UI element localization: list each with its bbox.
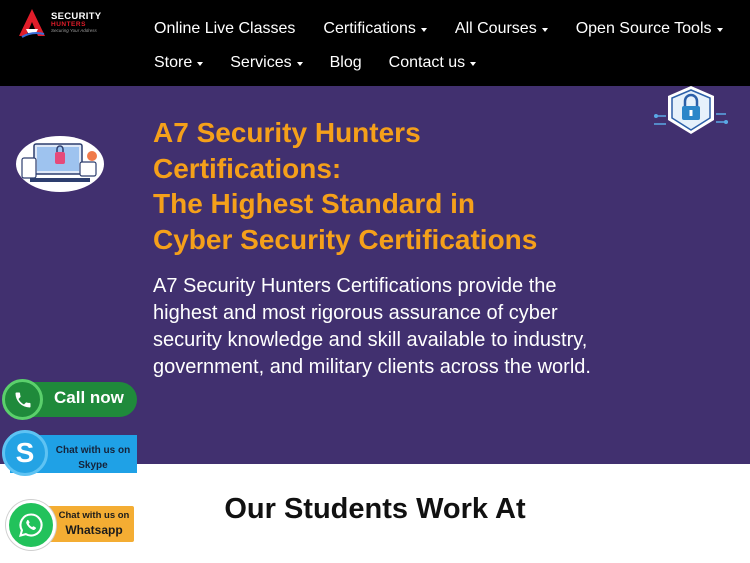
a7-logo-icon xyxy=(19,9,45,38)
call-now-label: Call now xyxy=(54,388,124,407)
brand-tagline: Securing Your Address xyxy=(51,28,97,34)
nav-store[interactable]: Store xyxy=(154,54,204,72)
nav-open-source-tools[interactable]: Open Source Tools xyxy=(576,20,723,38)
nav-blog[interactable]: Blog xyxy=(330,54,362,72)
top-navbar: SECURITY HUNTERS Securing Your Address O… xyxy=(0,0,750,86)
skype-icon: S xyxy=(2,430,48,476)
call-now-button[interactable]: Call now xyxy=(2,379,137,420)
caret-down-icon xyxy=(470,62,477,66)
skype-chat-button[interactable]: S Chat with us on Skype xyxy=(0,427,137,479)
caret-down-icon xyxy=(541,28,548,32)
security-devices-illustration-icon xyxy=(16,136,104,192)
nav-certifications[interactable]: Certifications xyxy=(323,20,427,38)
nav-row-secondary: Store Services Blog Contact us xyxy=(154,53,503,73)
students-work-at-heading: Our Students Work At xyxy=(224,493,526,525)
caret-down-icon xyxy=(197,62,204,66)
lock-shield-illustration-icon xyxy=(654,86,728,134)
nav-services[interactable]: Services xyxy=(230,54,303,72)
caret-down-icon xyxy=(296,62,303,66)
nav-row-primary: Online Live Classes Certifications All C… xyxy=(154,19,750,39)
hero-title: A7 Security Hunters Certifications: The … xyxy=(153,117,538,255)
nav-contact-us[interactable]: Contact us xyxy=(389,54,477,72)
phone-icon xyxy=(2,379,43,420)
brand-logo[interactable]: SECURITY HUNTERS Securing Your Address xyxy=(16,7,116,39)
nav-all-courses[interactable]: All Courses xyxy=(455,20,548,38)
caret-down-icon xyxy=(716,28,723,32)
nav-online-live-classes[interactable]: Online Live Classes xyxy=(154,20,295,38)
skype-chat-label: Chat with us on Skype xyxy=(55,445,131,471)
hero-description: A7 Security Hunters Certifications provi… xyxy=(153,275,591,378)
caret-down-icon xyxy=(420,28,427,32)
